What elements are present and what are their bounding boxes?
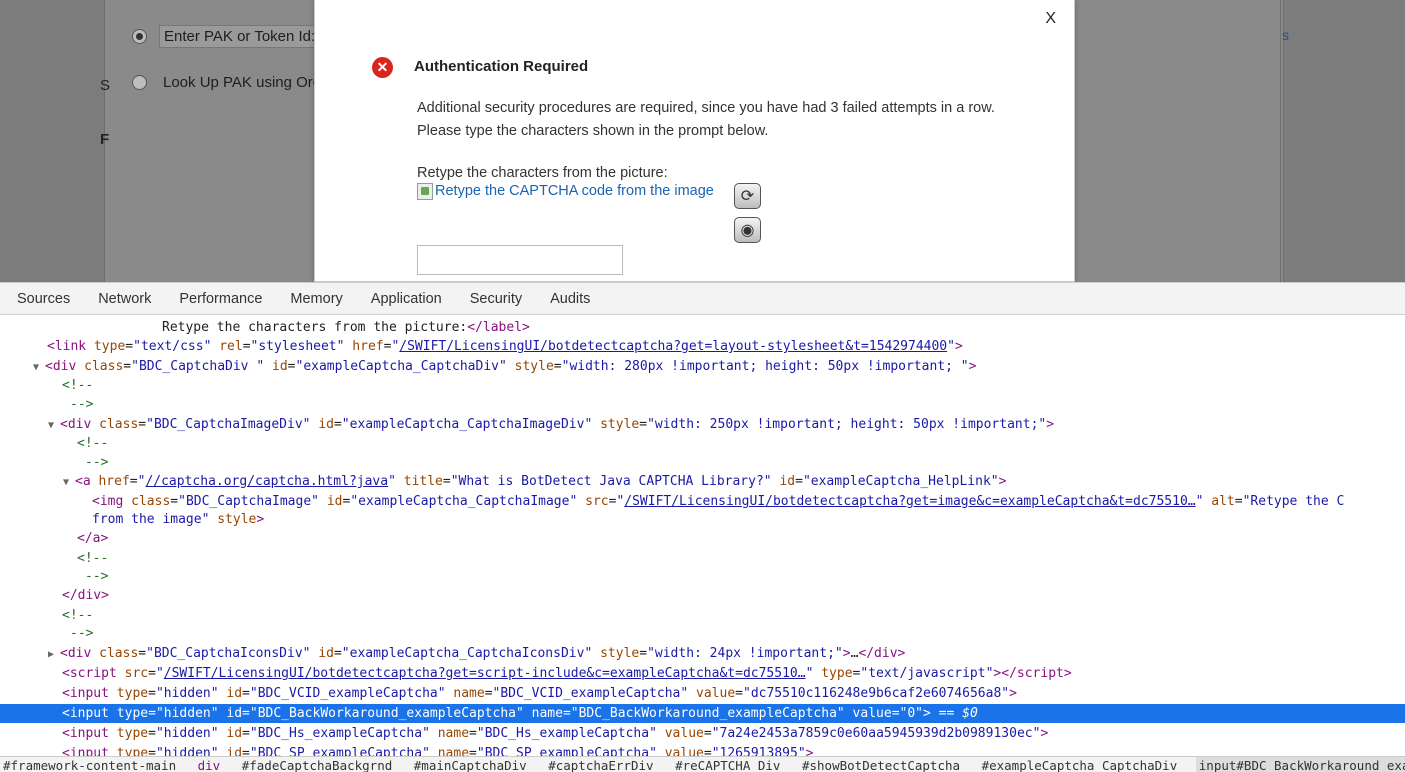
element-breadcrumb: #framework-content-main div #fadeCaptcha…	[0, 756, 1405, 772]
dom-comment-open[interactable]: <!--	[0, 376, 1405, 395]
play-sound-button[interactable]: ◉	[734, 217, 761, 243]
error-circle-icon: ✕	[372, 57, 393, 78]
dom-node-captcha-img[interactable]: <img class="BDC_CaptchaImage" id="exampl…	[0, 492, 1405, 511]
img-src-link[interactable]: /SWIFT/LicensingUI/botdetectcaptcha?get=…	[624, 494, 1195, 509]
modal-title: Authentication Required	[414, 58, 589, 75]
breadcrumb-item-active[interactable]: input#BDC_BackWorkaround_exa	[1195, 757, 1405, 772]
captcha-input[interactable]	[417, 245, 623, 275]
dom-node-link[interactable]: <link type="text/css" rel="stylesheet" h…	[0, 337, 1405, 356]
dom-comment-close[interactable]: -->	[0, 453, 1405, 472]
reload-captcha-button[interactable]: ⟳	[734, 183, 761, 209]
dom-node-a-close[interactable]: </a>	[0, 529, 1405, 548]
breadcrumb-item[interactable]: #framework-content-main	[0, 757, 187, 772]
expand-triangle-icon[interactable]: ▼	[48, 416, 60, 435]
dom-node-captcha-image-div[interactable]: ▼ <div class="BDC_CaptchaImageDiv" id="ex…	[0, 415, 1405, 434]
dom-node-input-backworkaround-selected[interactable]: <input type="hidden" id="BDC_BackWorkaro…	[0, 704, 1405, 723]
collapse-triangle-icon[interactable]: ▶	[48, 645, 60, 664]
radio-row-pak[interactable]: Enter PAK or Token Id:	[132, 25, 321, 48]
dom-node-div-close[interactable]: </div>	[0, 586, 1405, 605]
radio-row-lookup[interactable]: Look Up PAK using Ord	[132, 72, 325, 93]
reload-icon: ⟳	[740, 188, 755, 205]
dom-node-label-text[interactable]: Retype the characters from the picture:<…	[0, 318, 1405, 337]
close-button[interactable]: X	[1045, 10, 1056, 28]
radio-label-lookup: Look Up PAK using Ord	[163, 74, 322, 91]
link-href[interactable]: /SWIFT/LicensingUI/botdetectcaptcha?get=…	[399, 339, 947, 354]
tab-security[interactable]: Security	[456, 291, 536, 307]
authentication-modal: X ✕ Authentication Required Additional s…	[314, 0, 1075, 282]
breadcrumb-item[interactable]: #reCAPTCHA_Div	[672, 757, 791, 772]
broken-image-icon	[417, 183, 433, 200]
speaker-icon: ◉	[740, 222, 755, 239]
dom-comment-close[interactable]: -->	[0, 567, 1405, 586]
dom-comment-close[interactable]: -->	[0, 395, 1405, 414]
dom-comment-open[interactable]: <!--	[0, 606, 1405, 625]
breadcrumb-item[interactable]: #fadeCaptchaBackgrnd	[239, 757, 404, 772]
tab-audits[interactable]: Audits	[536, 291, 604, 307]
captcha-image[interactable]: Retype the CAPTCHA code from the image	[417, 183, 714, 200]
page-scrollbar[interactable]	[1280, 0, 1296, 282]
dom-node-input-hs[interactable]: <input type="hidden" id="BDC_Hs_exampleC…	[0, 724, 1405, 743]
tab-network[interactable]: Network	[84, 291, 165, 307]
radio-button-pak[interactable]	[132, 29, 147, 44]
dom-node-captcha-img-cont[interactable]: from the image" style>	[0, 510, 1405, 529]
dom-comment-open[interactable]: <!--	[0, 549, 1405, 568]
breadcrumb-item[interactable]: #showBotDetectCaptcha	[799, 757, 971, 772]
radio-label-pak: Enter PAK or Token Id:	[159, 25, 321, 48]
modal-message-line2: Please type the characters shown in the …	[417, 123, 769, 139]
expand-triangle-icon[interactable]: ▼	[63, 473, 75, 492]
expand-triangle-icon[interactable]: ▼	[33, 358, 45, 377]
tab-memory[interactable]: Memory	[276, 291, 356, 307]
breadcrumb-item[interactable]: div	[195, 757, 232, 772]
breadcrumb-item[interactable]: #exampleCaptcha_CaptchaDiv	[979, 757, 1189, 772]
dom-node-script[interactable]: <script src="/SWIFT/LicensingUI/botdetec…	[0, 664, 1405, 683]
dom-comment-close[interactable]: -->	[0, 624, 1405, 643]
page-heading-fragment: F	[100, 131, 110, 148]
dom-node-captcha-div[interactable]: ▼ <div class="BDC_CaptchaDiv " id="exampl…	[0, 357, 1405, 376]
breadcrumb-item[interactable]: #mainCaptchaDiv	[411, 757, 538, 772]
tab-sources[interactable]: Sources	[3, 291, 84, 307]
dom-node-input-sp[interactable]: <input type="hidden" id="BDC_SP_exampleC…	[0, 744, 1405, 756]
radio-button-lookup[interactable]	[132, 75, 147, 90]
breadcrumb-item[interactable]: #captchaErrDiv	[545, 757, 664, 772]
dom-node-input-vcid[interactable]: <input type="hidden" id="BDC_VCID_exampl…	[0, 684, 1405, 703]
modal-message-line1: Additional security procedures are requi…	[417, 100, 995, 116]
tab-performance[interactable]: Performance	[165, 291, 276, 307]
script-src-link[interactable]: /SWIFT/LicensingUI/botdetectcaptcha?get=…	[164, 666, 806, 681]
captcha-image-alt-text: Retype the CAPTCHA code from the image	[435, 183, 714, 199]
dom-comment-open[interactable]: <!--	[0, 434, 1405, 453]
elements-tree: Retype the characters from the picture:<…	[0, 316, 1405, 756]
dom-node-captcha-icons-div[interactable]: ▶ <div class="BDC_CaptchaIconsDiv" id="ex…	[0, 644, 1405, 663]
page-text-fragment-s: S	[100, 77, 111, 94]
help-link-href[interactable]: //captcha.org/captcha.html?java	[145, 474, 388, 489]
captcha-label: Retype the characters from the picture:	[417, 165, 668, 181]
dom-node-help-link[interactable]: ▼ <a href="//captcha.org/captcha.html?jav…	[0, 472, 1405, 491]
devtools-tab-bar: Sources Network Performance Memory Appli…	[0, 282, 1405, 315]
tab-application[interactable]: Application	[357, 291, 456, 307]
